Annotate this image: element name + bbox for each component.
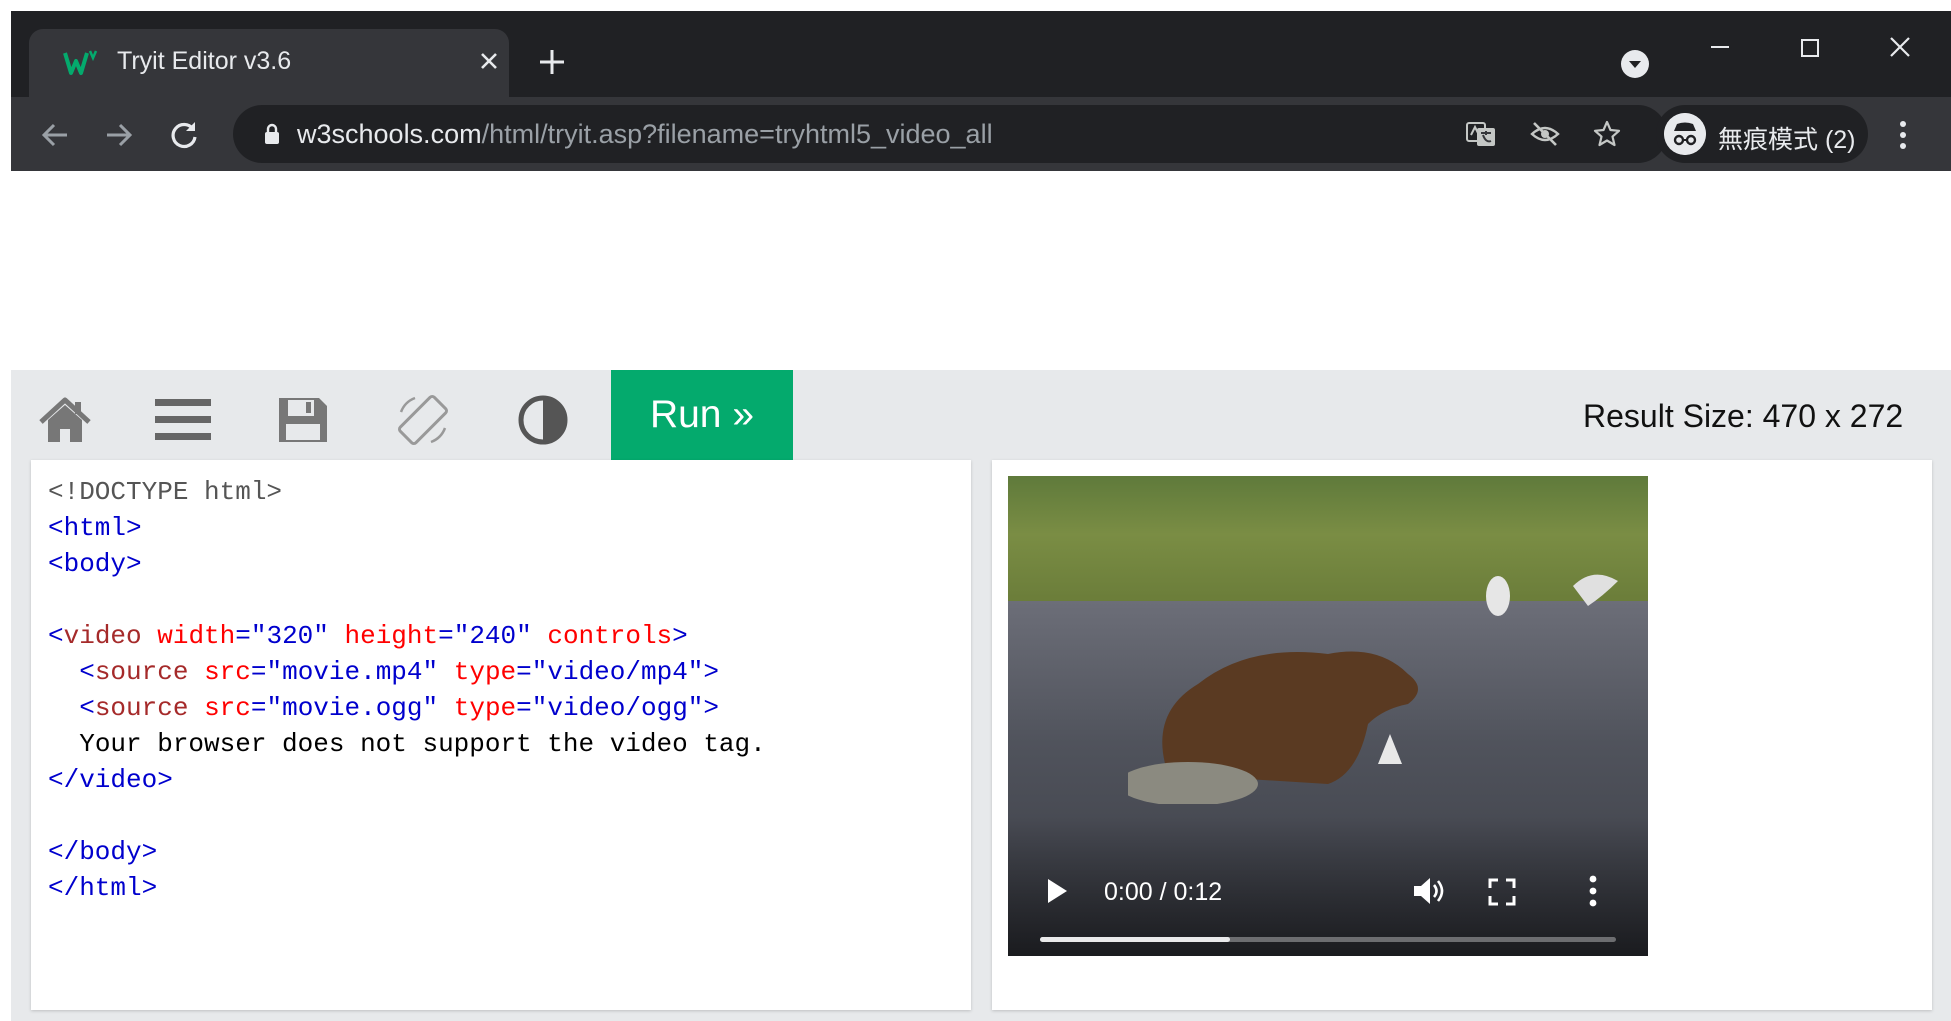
address-bar[interactable]: w3schools.com/html/tryit.asp?filename=tr… bbox=[233, 105, 1667, 163]
browser-window: Tryit Editor v3.6 w3schools.com/html/try… bbox=[11, 11, 1951, 171]
tryit-editor: Run » Result Size: 470 x 272 <!DOCTYPE h… bbox=[11, 370, 1951, 1021]
code-width-attr: width bbox=[157, 621, 236, 651]
hamburger-menu-icon[interactable] bbox=[153, 390, 213, 450]
code-body-close: </body> bbox=[48, 837, 158, 867]
window-maximize-icon[interactable] bbox=[1787, 27, 1833, 67]
video-controls: 0:00 / 0:12 bbox=[1008, 816, 1648, 956]
tab-search-chevron-icon[interactable] bbox=[1619, 48, 1651, 80]
code-type-val-2: "video/ogg" bbox=[531, 693, 704, 723]
tab-close-icon[interactable] bbox=[475, 47, 503, 75]
window-minimize-icon[interactable] bbox=[1697, 27, 1743, 67]
window-close-icon[interactable] bbox=[1877, 27, 1923, 67]
result-panel: 0:00 / 0:12 bbox=[992, 460, 1932, 1010]
video-frame-bear bbox=[1128, 651, 1418, 804]
url-path: /html/tryit.asp?filename=tryhtml5_video_… bbox=[481, 119, 993, 149]
incognito-label: 無痕模式 (2) bbox=[1718, 126, 1856, 154]
code-html-close: </html> bbox=[48, 873, 158, 903]
page-content: Run » Result Size: 470 x 272 <!DOCTYPE h… bbox=[11, 171, 1951, 1021]
w3schools-favicon-icon bbox=[63, 50, 98, 75]
video-more-options-icon[interactable] bbox=[1588, 874, 1598, 908]
code-type-attr-1: type bbox=[453, 657, 517, 687]
ad-area bbox=[11, 171, 1951, 370]
dark-mode-contrast-icon[interactable] bbox=[513, 390, 573, 450]
reload-icon[interactable] bbox=[166, 117, 202, 153]
home-icon[interactable] bbox=[35, 390, 95, 450]
volume-icon[interactable] bbox=[1412, 876, 1446, 906]
code-src-attr-1: src bbox=[204, 657, 251, 687]
code-text[interactable]: <!DOCTYPE html> <html> <body> <video wid… bbox=[48, 474, 766, 906]
browser-menu-kebab-icon[interactable] bbox=[1891, 115, 1915, 155]
tab-strip: Tryit Editor v3.6 bbox=[11, 11, 1951, 97]
incognito-profile-button[interactable]: 無痕模式 (2) bbox=[1656, 105, 1868, 163]
url-text[interactable]: w3schools.com/html/tryit.asp?filename=tr… bbox=[297, 119, 993, 150]
forward-arrow-icon[interactable] bbox=[101, 117, 137, 153]
video-frame-seagulls bbox=[1486, 574, 1618, 616]
code-height-attr: height bbox=[344, 621, 439, 651]
code-editor-panel[interactable]: <!DOCTYPE html> <html> <body> <video wid… bbox=[31, 460, 971, 1010]
video-time: 0:00 / 0:12 bbox=[1104, 878, 1223, 906]
code-doctype: <!DOCTYPE html> bbox=[48, 477, 283, 507]
code-src-val-1: "movie.mp4" bbox=[266, 657, 439, 687]
play-icon[interactable] bbox=[1046, 878, 1068, 904]
lock-icon[interactable] bbox=[263, 123, 281, 145]
code-video-close: </video> bbox=[48, 765, 173, 795]
third-party-cookies-blocked-eye-icon[interactable] bbox=[1529, 119, 1561, 149]
fullscreen-icon[interactable] bbox=[1488, 878, 1516, 906]
code-fallback-text: Your browser does not support the video … bbox=[79, 729, 766, 759]
code-controls-attr: controls bbox=[547, 621, 673, 651]
code-src-attr-2: src bbox=[204, 693, 251, 723]
incognito-icon bbox=[1664, 113, 1706, 155]
code-type-val-1: "video/mp4" bbox=[531, 657, 704, 687]
url-host: w3schools.com bbox=[297, 119, 482, 149]
video-progress-track[interactable] bbox=[1040, 937, 1616, 942]
run-button[interactable]: Run » bbox=[611, 370, 793, 460]
code-html-open: <html> bbox=[48, 513, 142, 543]
tab-tryit-editor[interactable]: Tryit Editor v3.6 bbox=[29, 29, 509, 97]
tab-title: Tryit Editor v3.6 bbox=[117, 47, 292, 75]
video-player[interactable]: 0:00 / 0:12 bbox=[1008, 476, 1648, 956]
browser-toolbar: w3schools.com/html/tryit.asp?filename=tr… bbox=[11, 97, 1951, 171]
rotate-orientation-icon[interactable] bbox=[393, 390, 453, 450]
code-source-tag-1: source bbox=[94, 657, 189, 687]
new-tab-plus-icon[interactable] bbox=[537, 47, 567, 77]
code-body-open: <body> bbox=[48, 549, 142, 579]
back-arrow-icon[interactable] bbox=[37, 117, 73, 153]
save-floppy-icon[interactable] bbox=[273, 390, 333, 450]
code-video-tag: video bbox=[63, 621, 142, 651]
code-src-val-2: "movie.ogg" bbox=[266, 693, 439, 723]
video-buffered-bar bbox=[1040, 937, 1231, 942]
code-type-attr-2: type bbox=[453, 693, 517, 723]
code-source-tag-2: source bbox=[94, 693, 189, 723]
result-size-label: Result Size: 470 x 272 bbox=[1583, 398, 1904, 434]
code-height-val: "240" bbox=[453, 621, 532, 651]
bookmark-star-icon[interactable] bbox=[1591, 119, 1623, 149]
code-width-val: "320" bbox=[250, 621, 329, 651]
translate-icon[interactable] bbox=[1465, 119, 1497, 149]
